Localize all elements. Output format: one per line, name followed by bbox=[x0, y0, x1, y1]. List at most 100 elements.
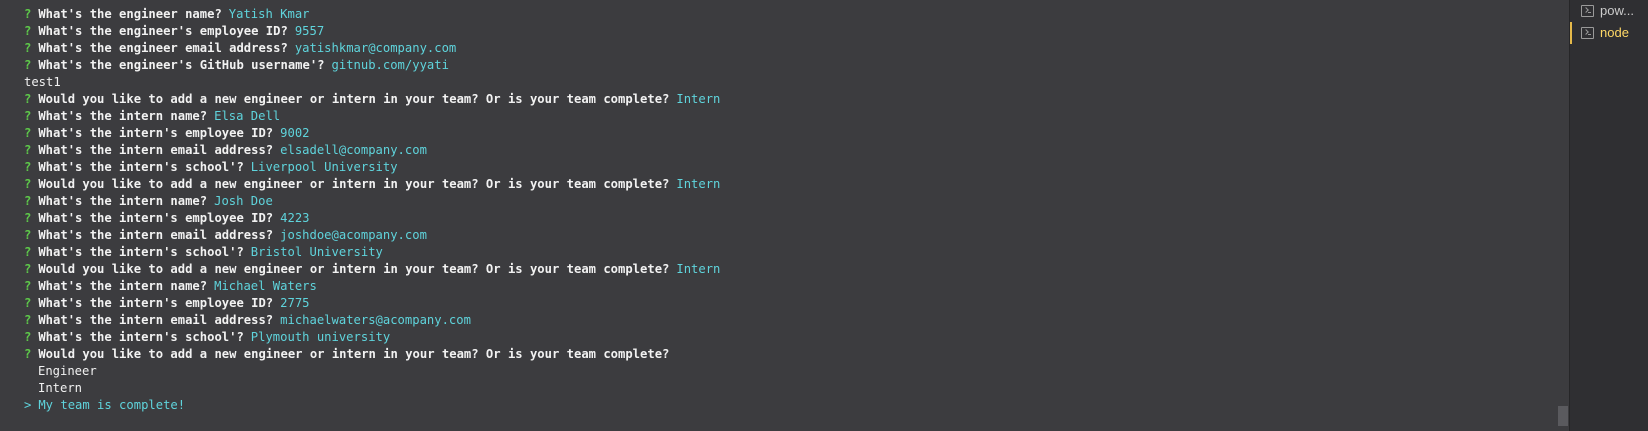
prompt-question-mark: ? bbox=[24, 160, 32, 174]
prompt-question: Would you like to add a new engineer or … bbox=[38, 262, 670, 276]
terminal-line: ? Would you like to add a new engineer or… bbox=[24, 261, 720, 278]
prompt-question-mark: ? bbox=[24, 177, 32, 191]
menu-choice-selected[interactable]: My team is complete! bbox=[38, 398, 185, 412]
output-text: test1 bbox=[24, 75, 61, 89]
terminal-line: test1 bbox=[24, 74, 720, 91]
prompt-question: What's the intern email address? bbox=[38, 143, 274, 157]
prompt-question: What's the intern's employee ID? bbox=[38, 126, 274, 140]
prompt-question-mark: ? bbox=[24, 58, 32, 72]
scrollbar-thumb[interactable] bbox=[1558, 406, 1568, 426]
prompt-answer: 9557 bbox=[294, 24, 325, 38]
terminal-line: ? What's the engineer name? Yatish Kmar bbox=[24, 6, 720, 23]
prompt-question: What's the intern's employee ID? bbox=[38, 296, 274, 310]
terminal-line: ? What's the intern name? Elsa Dell bbox=[24, 108, 720, 125]
prompt-answer: Plymouth university bbox=[250, 330, 391, 344]
prompt-question-mark: ? bbox=[24, 211, 32, 225]
prompt-question: What's the intern's school'? bbox=[38, 245, 244, 259]
prompt-question-mark: ? bbox=[24, 126, 32, 140]
terminal-line: ? What's the intern's school'? Plymouth un… bbox=[24, 329, 720, 346]
terminal-icon bbox=[1581, 4, 1594, 17]
prompt-question: Would you like to add a new engineer or … bbox=[38, 177, 670, 191]
menu-choice[interactable]: Intern bbox=[24, 381, 82, 395]
prompt-question-mark: ? bbox=[24, 296, 32, 310]
prompt-question: What's the intern name? bbox=[38, 109, 208, 123]
terminal-scrollbar[interactable] bbox=[1557, 0, 1569, 431]
terminal-line: ? What's the intern's school'? Bristol Uni… bbox=[24, 244, 720, 261]
vscode-terminal-panel: ? What's the engineer name? Yatish Kmar? Wh… bbox=[0, 0, 1648, 431]
prompt-question: Would you like to add a new engineer or … bbox=[38, 347, 670, 361]
prompt-question-mark: ? bbox=[24, 7, 32, 21]
terminal-line: ? What's the intern email address? elsadel… bbox=[24, 142, 720, 159]
prompt-question: What's the intern's employee ID? bbox=[38, 211, 274, 225]
prompt-question-mark: ? bbox=[24, 143, 32, 157]
terminal-line: ? What's the intern's school'? Liverpool U… bbox=[24, 159, 720, 176]
terminal-line: ? What's the intern email address? michael… bbox=[24, 312, 720, 329]
prompt-question: What's the engineer's employee ID? bbox=[38, 24, 288, 38]
terminal-icon bbox=[1581, 26, 1594, 39]
prompt-answer: Intern bbox=[676, 92, 721, 106]
terminal-line: ? What's the intern email address? joshdoe… bbox=[24, 227, 720, 244]
prompt-question: What's the intern name? bbox=[38, 194, 208, 208]
terminal-line: Intern bbox=[24, 380, 720, 397]
prompt-answer: 9002 bbox=[280, 126, 310, 140]
terminal-line: ? Would you like to add a new engineer or… bbox=[24, 176, 720, 193]
terminal-tab-label: node bbox=[1600, 25, 1629, 40]
terminal-line: Engineer bbox=[24, 363, 720, 380]
terminal-line: ? What's the intern's employee ID? 9002 bbox=[24, 125, 720, 142]
prompt-answer: joshdoe@acompany.com bbox=[280, 228, 427, 242]
prompt-question-mark: ? bbox=[24, 109, 32, 123]
prompt-question-mark: ? bbox=[24, 245, 32, 259]
terminal-line: ? What's the engineer's employee ID? 9557 bbox=[24, 23, 720, 40]
prompt-answer: Liverpool University bbox=[250, 160, 398, 174]
terminal-line: ? What's the intern name? Michael Waters bbox=[24, 278, 720, 295]
terminal-line: ? Would you like to add a new engineer or… bbox=[24, 346, 720, 363]
prompt-answer: Josh Doe bbox=[214, 194, 273, 208]
prompt-answer: Intern bbox=[676, 262, 721, 276]
terminal-tab[interactable]: node bbox=[1570, 22, 1648, 44]
prompt-question: What's the intern email address? bbox=[38, 228, 274, 242]
terminal-line: ? What's the intern's employee ID? 2775 bbox=[24, 295, 720, 312]
terminal-tabs-list: pow... node bbox=[1569, 0, 1648, 431]
prompt-answer: 4223 bbox=[280, 211, 310, 225]
prompt-answer: gitnub.com/yyati bbox=[331, 58, 449, 72]
terminal-output[interactable]: ? What's the engineer name? Yatish Kmar? Wh… bbox=[0, 0, 1570, 431]
menu-choice[interactable]: Engineer bbox=[24, 364, 97, 378]
terminal-tab-label: pow... bbox=[1600, 3, 1634, 18]
prompt-answer: 2775 bbox=[280, 296, 310, 310]
prompt-question-mark: ? bbox=[24, 24, 32, 38]
prompt-answer: yatishkmar@company.com bbox=[294, 41, 457, 55]
prompt-question: What's the intern name? bbox=[38, 279, 208, 293]
prompt-answer: michaelwaters@acompany.com bbox=[280, 313, 471, 327]
prompt-answer: Yatish Kmar bbox=[228, 7, 310, 21]
prompt-answer: elsadell@company.com bbox=[280, 143, 427, 157]
prompt-answer: Intern bbox=[676, 177, 721, 191]
prompt-question-mark: ? bbox=[24, 92, 32, 106]
terminal-line: ? What's the intern name? Josh Doe bbox=[24, 193, 720, 210]
prompt-answer: Elsa Dell bbox=[214, 109, 281, 123]
prompt-question: What's the intern email address? bbox=[38, 313, 274, 327]
prompt-question-mark: ? bbox=[24, 313, 32, 327]
terminal-line: ? Would you like to add a new engineer or… bbox=[24, 91, 720, 108]
prompt-question-mark: ? bbox=[24, 194, 32, 208]
prompt-question: What's the engineer's GitHub username'? bbox=[38, 58, 325, 72]
terminal-tab[interactable]: pow... bbox=[1570, 0, 1648, 22]
prompt-question: What's the engineer name? bbox=[38, 7, 222, 21]
terminal-line: > My team is complete! bbox=[24, 397, 720, 414]
terminal-line: ? What's the engineer email address? yatis… bbox=[24, 40, 720, 57]
prompt-question: What's the intern's school'? bbox=[38, 330, 244, 344]
prompt-answer: Michael Waters bbox=[214, 279, 317, 293]
prompt-question-mark: ? bbox=[24, 228, 32, 242]
prompt-question-mark: ? bbox=[24, 262, 32, 276]
prompt-question-mark: ? bbox=[24, 330, 32, 344]
prompt-question-mark: ? bbox=[24, 279, 32, 293]
selection-caret-icon: > bbox=[24, 398, 32, 412]
prompt-question: What's the intern's school'? bbox=[38, 160, 244, 174]
prompt-question: What's the engineer email address? bbox=[38, 41, 288, 55]
prompt-answer: Bristol University bbox=[250, 245, 383, 259]
terminal-line: ? What's the engineer's GitHub username'?… bbox=[24, 57, 720, 74]
prompt-question: Would you like to add a new engineer or … bbox=[38, 92, 670, 106]
terminal-lines: ? What's the engineer name? Yatish Kmar? Wh… bbox=[24, 6, 720, 414]
prompt-question-mark: ? bbox=[24, 347, 32, 361]
prompt-question-mark: ? bbox=[24, 41, 32, 55]
terminal-line: ? What's the intern's employee ID? 4223 bbox=[24, 210, 720, 227]
